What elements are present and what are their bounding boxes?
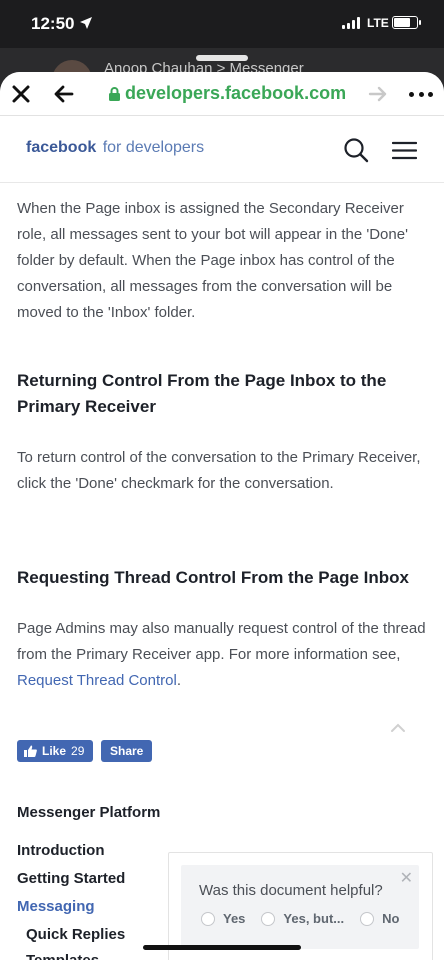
paragraph-text: Page Admins may also manually request co… bbox=[17, 620, 426, 663]
option-label: Yes, but... bbox=[283, 911, 345, 926]
nav-item-getting-started[interactable]: Getting Started bbox=[17, 870, 125, 887]
url-text[interactable]: developers.facebook.com bbox=[125, 83, 346, 104]
paragraph-end: . bbox=[176, 672, 181, 689]
section-heading: Requesting Thread Control From the Page … bbox=[17, 568, 409, 587]
browser-sheet: developers.facebook.com facebook for dev… bbox=[0, 72, 444, 960]
like-label: Like bbox=[42, 744, 67, 758]
radio-button[interactable] bbox=[360, 911, 375, 926]
home-indicator[interactable] bbox=[143, 945, 301, 950]
location-arrow-icon bbox=[80, 17, 92, 29]
nav-item-templates[interactable]: Templates bbox=[26, 952, 99, 960]
article-paragraph: Page Admins may also manually request co… bbox=[17, 616, 427, 694]
radio-button[interactable] bbox=[261, 911, 276, 926]
chevron-up-icon[interactable] bbox=[390, 723, 406, 733]
feedback-widget: Was this document helpful? ✕ Yes Yes, bu… bbox=[168, 852, 433, 960]
sheet-grabber[interactable] bbox=[196, 55, 248, 61]
thumbs-up-icon bbox=[24, 745, 37, 757]
feedback-option-no[interactable]: No bbox=[360, 911, 399, 926]
nav-item-messaging[interactable]: Messaging bbox=[17, 898, 95, 915]
nav-item-quick-replies[interactable]: Quick Replies bbox=[26, 926, 125, 943]
network-type: LTE bbox=[367, 16, 389, 30]
battery-icon bbox=[392, 16, 421, 29]
forward-arrow-icon[interactable] bbox=[368, 85, 388, 103]
feedback-option-yes-but[interactable]: Yes, but... bbox=[261, 911, 344, 926]
status-time: 12:50 bbox=[31, 14, 75, 33]
like-count: 29 bbox=[71, 744, 85, 758]
option-label: Yes bbox=[223, 911, 246, 926]
close-icon[interactable] bbox=[11, 84, 31, 104]
radio-button[interactable] bbox=[201, 911, 215, 926]
like-button[interactable]: Like 29 bbox=[17, 740, 94, 762]
feedback-option-yes[interactable]: Yes bbox=[201, 911, 245, 926]
request-thread-control-link[interactable]: Request Thread Control bbox=[17, 672, 177, 689]
option-label: No bbox=[382, 911, 400, 926]
share-button[interactable]: Share bbox=[101, 740, 153, 762]
status-bar: 12:50 LTE bbox=[0, 0, 444, 48]
search-icon[interactable] bbox=[343, 137, 369, 163]
lock-icon bbox=[109, 87, 120, 101]
site-logo[interactable]: facebook for developers bbox=[26, 139, 204, 157]
more-options-icon[interactable] bbox=[409, 92, 433, 98]
feedback-panel: Was this document helpful? ✕ Yes Yes, bu… bbox=[181, 865, 419, 949]
nav-section-title: Messenger Platform bbox=[17, 804, 161, 821]
logo-brand: facebook bbox=[26, 139, 97, 156]
back-arrow-icon[interactable] bbox=[54, 84, 74, 104]
close-icon[interactable]: ✕ bbox=[400, 868, 413, 888]
site-header: facebook for developers bbox=[0, 117, 444, 183]
feedback-options: Yes Yes, but... No bbox=[201, 911, 399, 926]
section-heading: Returning Control From the Page Inbox to… bbox=[17, 371, 387, 416]
logo-suffix: for developers bbox=[102, 139, 205, 156]
hamburger-menu-icon[interactable] bbox=[392, 141, 417, 160]
nav-item-introduction[interactable]: Introduction bbox=[17, 842, 104, 859]
feedback-question: Was this document helpful? bbox=[199, 882, 383, 899]
browser-toolbar: developers.facebook.com bbox=[0, 72, 444, 116]
article-paragraph: To return control of the conversation to… bbox=[17, 449, 421, 492]
article-paragraph: When the Page inbox is assigned the Seco… bbox=[17, 200, 408, 321]
signal-icon bbox=[342, 17, 360, 29]
